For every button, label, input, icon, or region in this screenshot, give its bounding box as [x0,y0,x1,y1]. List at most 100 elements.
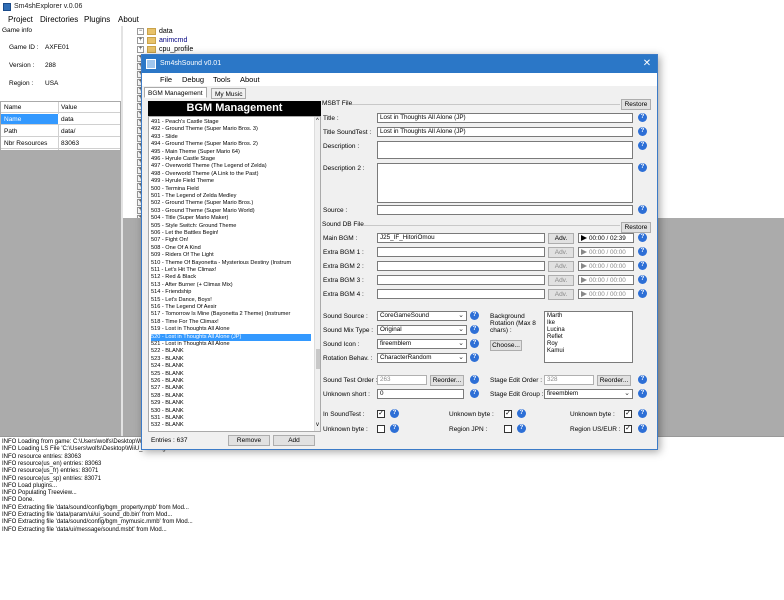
bgm-list-item[interactable]: 519 - Lost in Thoughts All Alone [151,326,311,333]
play-icon[interactable] [581,277,587,283]
help-icon[interactable]: ? [470,325,479,334]
bgm-row-field[interactable] [377,247,545,257]
bgm-list-item[interactable]: 522 - BLANK [151,348,311,355]
bgm-list-item[interactable]: 508 - One Of A Kind [151,245,311,252]
help-icon[interactable]: ? [638,113,647,122]
help-icon[interactable]: ? [470,375,479,384]
bgm-list-item[interactable]: 513 - After Burner (+ Climax Mix) [151,282,311,289]
bgm-player[interactable]: 00:00 / 02:39 [578,233,634,243]
help-icon[interactable]: ? [390,409,399,418]
bg-rotation-item[interactable]: Roy [547,341,558,348]
sound-mix-select[interactable]: Original ⌄ [377,325,467,335]
bgm-list-item[interactable]: 497 - Overworld Theme (The Legend of Zel… [151,163,311,170]
bgm-player[interactable]: 00:00 / 00:00 [578,261,634,271]
bg-rotation-item[interactable]: Ike [547,320,555,327]
region-jpn-checkbox[interactable] [504,425,512,433]
bgm-list-item[interactable]: 523 - BLANK [151,356,311,363]
help-icon[interactable]: ? [638,163,647,172]
grid-row[interactable]: Path data/ [1,126,120,137]
expand-icon[interactable]: + [137,37,144,44]
collapse-icon[interactable]: − [137,28,144,35]
bgm-list-item[interactable]: 525 - BLANK [151,371,311,378]
unknown-short-field[interactable]: 0 [377,389,464,399]
help-icon[interactable]: ? [638,424,647,433]
close-icon[interactable]: ✕ [640,58,654,70]
help-icon[interactable]: ? [517,424,526,433]
bgm-list-item[interactable]: 503 - Ground Theme (Super Mario World) [151,208,311,215]
title-soundtest-field[interactable]: Lost in Thoughts All Alone (JP) [377,127,633,137]
menu-plugins[interactable]: Plugins [84,15,110,24]
bgm-list-item[interactable]: 509 - Riders Of The Light [151,252,311,259]
help-icon[interactable]: ? [638,233,647,242]
adv-button[interactable]: Adv. [548,233,574,244]
bgm-player[interactable]: 00:00 / 00:00 [578,289,634,299]
remove-button[interactable]: Remove [228,435,270,446]
sound-test-reorder-button[interactable]: Reorder... [430,375,464,386]
adv-button[interactable]: Adv. [548,261,574,272]
adv-button[interactable]: Adv. [548,247,574,258]
help-icon[interactable]: ? [470,311,479,320]
bgm-list-item[interactable]: 528 - BLANK [151,393,311,400]
help-icon[interactable]: ? [470,353,479,362]
bgm-list-item[interactable]: 493 - Slide [151,134,311,141]
scroll-thumb[interactable] [316,349,320,369]
scroll-down-icon[interactable]: v [316,422,319,428]
bgm-row-field[interactable] [377,289,545,299]
scroll-up-icon[interactable]: ^ [316,118,319,124]
bgm-row-field[interactable] [377,275,545,285]
rotation-select[interactable]: CharacterRandom ⌄ [377,353,467,363]
bgm-list-item[interactable]: 518 - Time For The Climax! [151,319,311,326]
bgm-list-item[interactable]: 499 - Hyrule Field Theme [151,178,311,185]
stage-edit-order-field[interactable]: 328 [544,375,594,385]
bgm-row-field[interactable] [377,261,545,271]
bgm-list-item[interactable]: 516 - The Legend Of Aesir [151,304,311,311]
stage-edit-group-select[interactable]: fireemblem ⌄ [544,389,633,399]
description-field[interactable] [377,141,633,159]
help-icon[interactable]: ? [470,389,479,398]
menu-file[interactable]: File [160,75,172,84]
region-useur-checkbox[interactable]: ✓ [624,425,632,433]
title-field[interactable]: Lost in Thoughts All Alone (JP) [377,113,633,123]
source-field[interactable] [377,205,633,215]
bgm-list-item[interactable]: 526 - BLANK [151,378,311,385]
bgm-list-item[interactable]: 494 - Ground Theme (Super Mario Bros. 2) [151,141,311,148]
in-soundtest-checkbox[interactable]: ✓ [377,410,385,418]
bgm-list-item[interactable]: 520 - Lost in Thoughts All Alone (JP) [151,333,311,341]
unknown-byte-checkbox-3[interactable] [377,425,385,433]
menu-about[interactable]: About [118,15,139,24]
expand-icon[interactable]: + [137,46,144,53]
help-icon[interactable]: ? [638,247,647,256]
bgm-list-item[interactable]: 506 - Let the Battles Begin! [151,230,311,237]
help-icon[interactable]: ? [638,409,647,418]
play-icon[interactable] [581,235,587,241]
bgm-list-item[interactable]: 500 - Termina Field [151,186,311,193]
scrollbar[interactable]: ^ v [314,117,320,431]
bgm-row-field[interactable]: J25_IF_HitoriOmou [377,233,545,243]
bgm-list-item[interactable]: 530 - BLANK [151,408,311,415]
unknown-byte-checkbox-2[interactable]: ✓ [624,410,632,418]
bgm-list[interactable]: 491 - Peach's Castle Stage 492 - Ground T… [148,116,321,432]
help-icon[interactable]: ? [390,424,399,433]
sound-icon-select[interactable]: fireemblem ⌄ [377,339,467,349]
bgm-list-item[interactable]: 517 - Tomorrow Is Mine (Bayonetta 2 Them… [151,311,311,318]
bgm-player[interactable]: 00:00 / 00:00 [578,247,634,257]
bg-rotation-item[interactable]: Kamui [547,348,564,355]
bgm-list-item[interactable]: 505 - Style Switch: Ground Theme [151,223,311,230]
grid-row[interactable]: Nbr Resources 83063 [1,138,120,149]
bgm-list-item[interactable]: 512 - Red & Black [151,274,311,281]
tab-my-music[interactable]: My Music [211,88,247,99]
menu-about[interactable]: About [240,75,260,84]
help-icon[interactable]: ? [638,375,647,384]
play-icon[interactable] [581,291,587,297]
bgm-list-item[interactable]: 511 - Let's Hit The Climax! [151,267,311,274]
bgm-list-item[interactable]: 495 - Main Theme (Super Mario 64) [151,149,311,156]
help-icon[interactable]: ? [638,127,647,136]
bgm-list-item[interactable]: 496 - Hyrule Castle Stage [151,156,311,163]
bgm-list-item[interactable]: 527 - BLANK [151,385,311,392]
msbt-restore-button[interactable]: Restore [621,99,651,110]
stage-edit-reorder-button[interactable]: Reorder... [597,375,631,386]
help-icon[interactable]: ? [517,409,526,418]
menu-directories[interactable]: Directories [40,15,78,24]
bg-rotation-item[interactable]: Marth [547,313,562,320]
bgm-list-item[interactable]: 502 - Ground Theme (Super Mario Bros.) [151,200,311,207]
